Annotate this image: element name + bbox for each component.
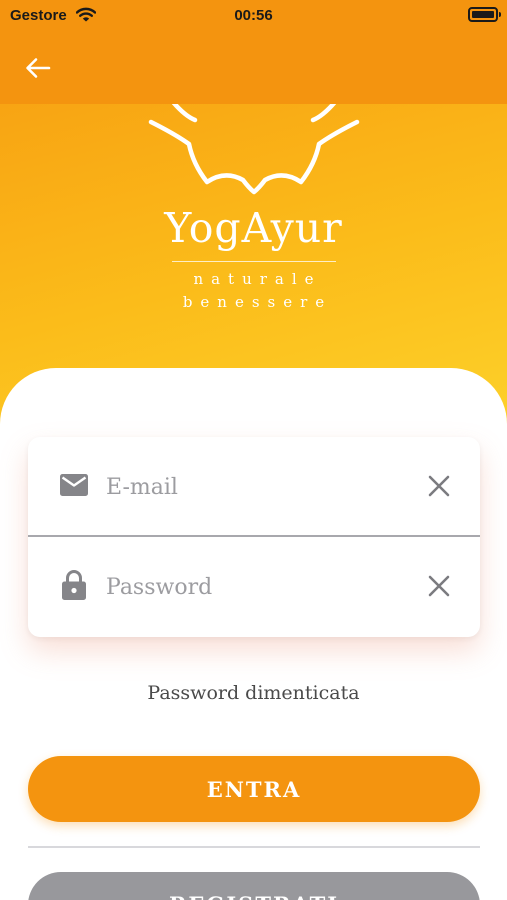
lock-icon xyxy=(62,570,86,600)
login-button[interactable]: ENTRA xyxy=(28,756,480,822)
brand-tagline-line1: naturale xyxy=(193,270,322,288)
lotus-logo-icon xyxy=(148,104,360,195)
password-input[interactable] xyxy=(106,567,406,607)
register-button[interactable]: REGISTRATI xyxy=(28,872,480,900)
password-clear-button[interactable] xyxy=(428,575,450,597)
email-clear-button[interactable] xyxy=(428,475,450,497)
status-bar: Gestore 00:56 xyxy=(0,0,507,32)
email-row xyxy=(28,437,480,537)
forgot-password-link[interactable]: Password dimenticata xyxy=(0,682,507,704)
email-input[interactable] xyxy=(106,467,406,507)
brand-name: YogAyur xyxy=(164,204,343,252)
battery-icon xyxy=(468,7,501,22)
app-bar xyxy=(0,32,507,104)
mail-icon xyxy=(60,474,88,496)
brand-tagline-line2: benessere xyxy=(182,293,333,311)
status-time: 00:56 xyxy=(234,7,273,24)
login-card xyxy=(28,437,480,637)
password-row xyxy=(28,537,480,637)
divider xyxy=(28,846,480,848)
back-button[interactable] xyxy=(18,48,58,88)
brand-divider xyxy=(172,261,336,262)
arrow-left-icon xyxy=(26,58,51,78)
